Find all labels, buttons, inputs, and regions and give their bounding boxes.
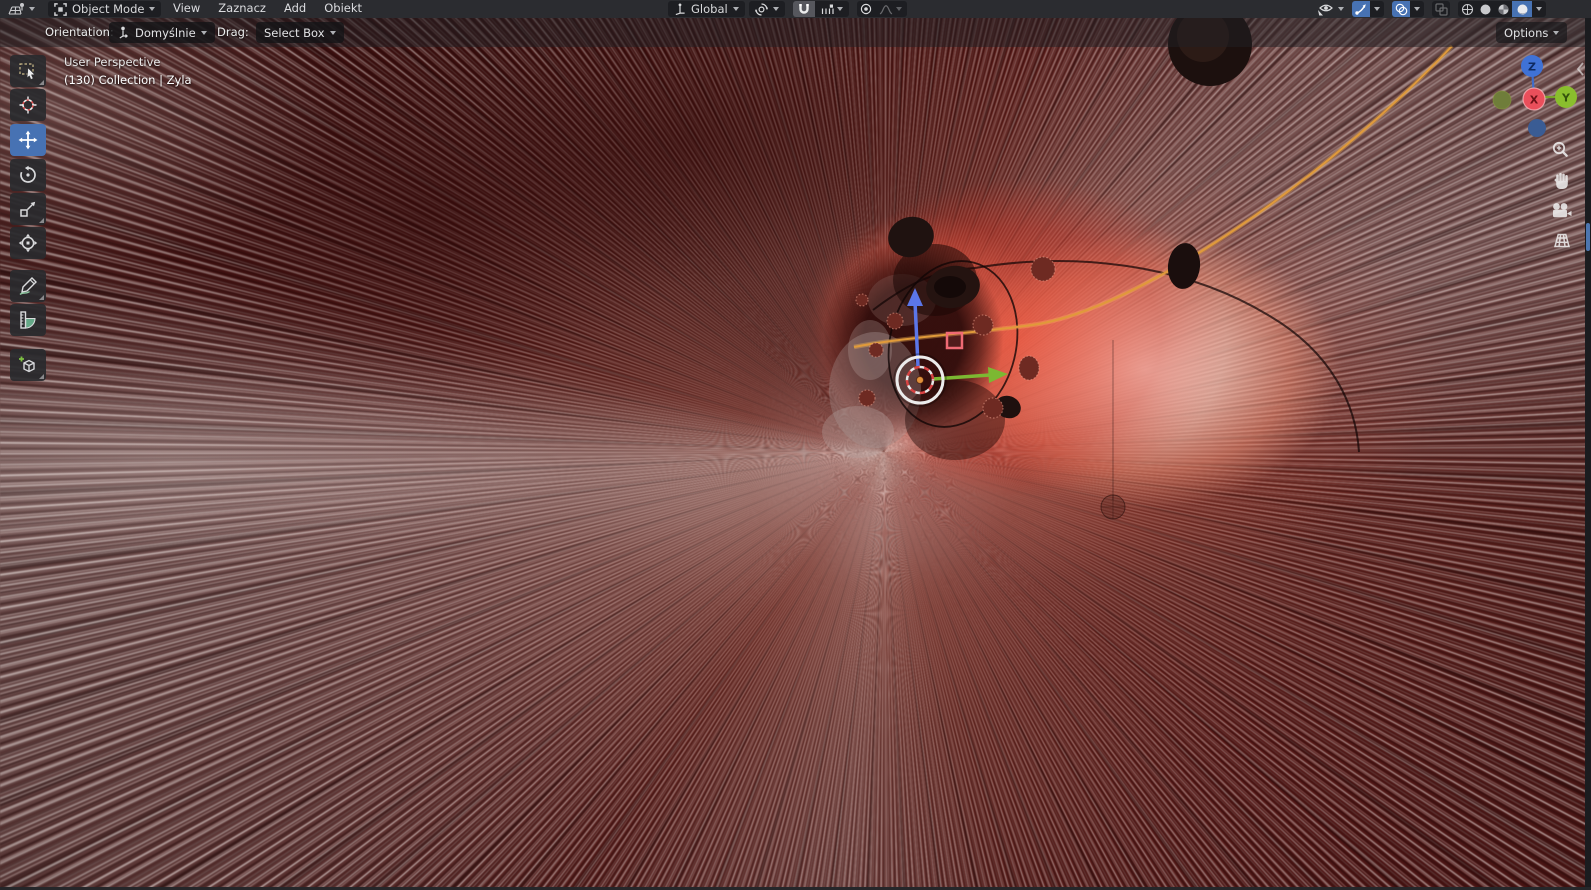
snap-settings-dropdown[interactable] [814, 1, 849, 17]
options-dropdown[interactable]: Options [1496, 22, 1568, 43]
solid-sphere-icon [1480, 4, 1490, 14]
transform-orientation-value: Global [691, 2, 728, 16]
tool-3d-cursor[interactable] [10, 89, 46, 121]
visibility-eye-icon [1318, 4, 1333, 15]
3d-cursor-icon [19, 96, 37, 114]
chevron-down-icon [29, 7, 35, 11]
add-cube-icon [19, 356, 35, 373]
chevron-down-icon [329, 30, 336, 35]
chevron-down-icon [149, 7, 156, 11]
chevron-down-icon [772, 7, 779, 11]
shading-dropdown[interactable] [1532, 1, 1546, 17]
overlays-icon [1395, 3, 1407, 15]
tool-annotate[interactable] [10, 270, 46, 302]
view-perspective-label: User Perspective [64, 55, 161, 69]
overlays-toggle[interactable] [1392, 1, 1410, 17]
chevron-down-icon [200, 30, 207, 35]
tool-measure[interactable] [10, 304, 46, 336]
proportional-editing-toggle[interactable] [856, 1, 875, 17]
tool-add-cube[interactable] [10, 349, 46, 381]
orientation-dropdown[interactable]: Domyślnie [109, 22, 215, 43]
orientation-value: Domyślnie [135, 25, 196, 40]
shading-material-button[interactable] [1494, 1, 1512, 17]
viewport-header-bar: Object Mode View Zaznacz Add Obiekt Glob… [0, 0, 1591, 18]
drag-mode-dropdown[interactable]: Select Box [256, 22, 344, 43]
chevron-down-icon [1414, 7, 1420, 11]
chevron-down-icon [896, 7, 903, 11]
scale-icon [20, 201, 36, 217]
tool-settings-bar: Orientation: Domyślnie Drag: Select Box … [0, 18, 1591, 47]
chevron-down-icon [1338, 7, 1344, 11]
wireframe-sphere-icon [1461, 3, 1473, 15]
proportional-falloff-dropdown[interactable] [874, 1, 907, 17]
move-cross-icon [18, 130, 38, 150]
rendered-sphere-icon [1517, 4, 1527, 14]
chevron-down-icon [1536, 7, 1542, 11]
xray-icon [1434, 2, 1448, 16]
transform-icon [18, 233, 38, 253]
material-sphere-icon [1498, 4, 1508, 14]
shading-rendered-button[interactable] [1512, 1, 1532, 17]
rotate-icon [20, 165, 36, 183]
xray-toggle[interactable] [1432, 1, 1450, 17]
snap-toggle-button[interactable] [792, 1, 815, 17]
gizmos-dropdown[interactable] [1370, 1, 1384, 17]
object-mode-icon [54, 2, 67, 16]
chevron-down-icon [732, 7, 739, 11]
edge-blue-indicator [1586, 223, 1590, 251]
overlays-dropdown[interactable] [1410, 1, 1424, 17]
tool-move[interactable] [10, 124, 46, 156]
active-collection-label: (130) Collection | Zyla [64, 73, 192, 87]
gizmo-arrow-icon [1355, 4, 1366, 15]
orientation-label: Orientation: [45, 25, 114, 39]
3d-viewport-editor-icon [8, 3, 24, 15]
orientation-axes-icon [675, 3, 685, 15]
viewport-tunnel-hole [0, 0, 1591, 890]
mode-value: Object Mode [72, 2, 145, 16]
tool-scale[interactable] [10, 193, 46, 225]
drag-mode-value: Select Box [264, 25, 325, 40]
orientation-gizmo-icon [119, 26, 128, 39]
measure-icon [20, 311, 36, 329]
chevron-down-icon [1374, 7, 1380, 11]
tool-rotate[interactable] [10, 159, 46, 191]
shading-wireframe-button[interactable] [1458, 1, 1476, 17]
falloff-curve-icon [879, 4, 893, 14]
mode-dropdown[interactable]: Object Mode [48, 1, 162, 17]
tool-select-box[interactable] [10, 55, 46, 87]
menu-select[interactable]: Zaznacz [209, 0, 275, 18]
object-visibility-dropdown[interactable] [1313, 1, 1348, 17]
tool-transform[interactable] [10, 227, 46, 259]
editor-type-button[interactable] [4, 1, 39, 17]
chevron-down-icon [836, 7, 843, 11]
annotate-pen-icon [19, 277, 37, 296]
snap-increment-icon [821, 4, 834, 14]
menu-object[interactable]: Obiekt [315, 0, 371, 18]
window-right-edge [1585, 0, 1591, 890]
drag-label: Drag: [217, 25, 249, 39]
chevron-down-icon [1553, 30, 1560, 35]
proportional-editing-icon [860, 3, 871, 15]
pivot-point-dropdown[interactable] [748, 1, 785, 17]
gizmos-toggle[interactable] [1352, 1, 1370, 17]
options-label: Options [1504, 25, 1549, 40]
pivot-point-icon [754, 2, 768, 16]
menu-add[interactable]: Add [275, 0, 315, 18]
magnet-icon [798, 4, 809, 14]
blender-window: Z Y X User Perspective (130) Collection … [0, 0, 1591, 890]
menu-view[interactable]: View [164, 0, 209, 18]
shading-solid-button[interactable] [1476, 1, 1494, 17]
transform-orientation-dropdown[interactable]: Global [668, 1, 745, 17]
